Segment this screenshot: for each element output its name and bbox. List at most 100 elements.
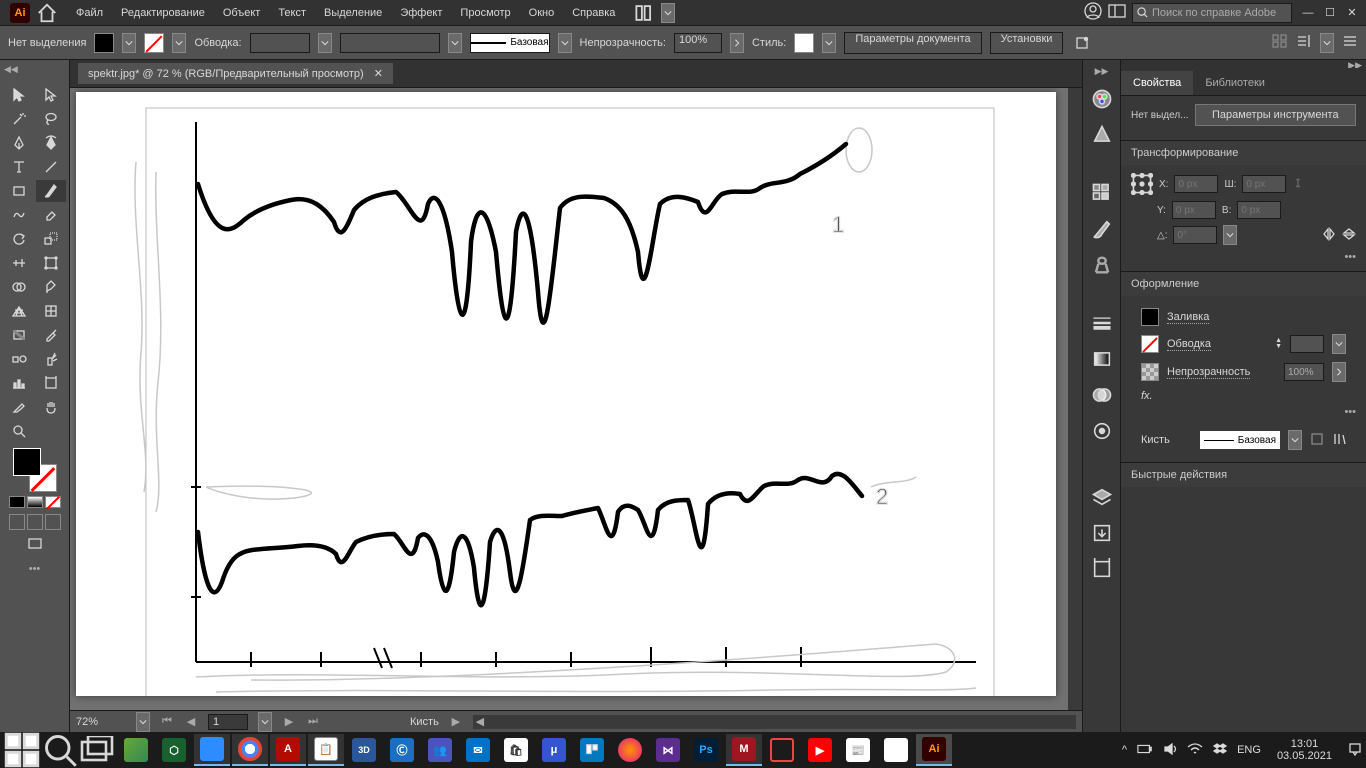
- color-mode-icon[interactable]: [9, 496, 25, 508]
- taskbar-app-3[interactable]: 📋: [308, 734, 344, 766]
- taskbar-trello[interactable]: [574, 734, 610, 766]
- line-segment-tool[interactable]: [36, 156, 66, 178]
- column-graph-tool[interactable]: [4, 372, 34, 394]
- transform-icon[interactable]: [1296, 33, 1312, 52]
- menu-select[interactable]: Выделение: [316, 3, 390, 23]
- stroke-weight-input[interactable]: [250, 33, 310, 53]
- tool-options-button[interactable]: Параметры инструмента: [1195, 104, 1356, 126]
- opacity-input[interactable]: 100%: [674, 33, 722, 53]
- menu-view[interactable]: Просмотр: [452, 3, 518, 23]
- canvas-viewport[interactable]: 1 2: [70, 88, 1082, 710]
- paintbrush-tool[interactable]: [36, 180, 66, 202]
- zoom-level[interactable]: 72%: [76, 716, 126, 728]
- stroke-panel-icon[interactable]: [1091, 312, 1113, 334]
- last-artboard-icon[interactable]: ⏭: [306, 715, 320, 729]
- fx-label[interactable]: fx.: [1141, 390, 1153, 402]
- user-account-icon[interactable]: [1084, 2, 1102, 23]
- rectangle-tool[interactable]: [4, 180, 34, 202]
- transform-dropdown[interactable]: [1320, 33, 1334, 53]
- brush-libraries-icon[interactable]: [1332, 432, 1346, 449]
- brush-definition-dropdown[interactable]: [558, 33, 572, 53]
- color-panel-icon[interactable]: [1091, 88, 1113, 110]
- fill-swatch[interactable]: [94, 33, 114, 53]
- tray-chevron-icon[interactable]: ^: [1122, 744, 1127, 756]
- appearance-opacity-flyout[interactable]: [1332, 362, 1346, 382]
- flip-horizontal-icon[interactable]: [1322, 227, 1336, 244]
- taskbar-app-2[interactable]: ⬡: [156, 734, 192, 766]
- swatches-panel-icon[interactable]: [1091, 182, 1113, 204]
- menu-edit[interactable]: Редактирование: [113, 3, 213, 23]
- opacity-flyout[interactable]: [730, 33, 744, 53]
- tray-dropbox-icon[interactable]: [1213, 743, 1227, 758]
- flip-vertical-icon[interactable]: [1342, 227, 1356, 244]
- arrange-documents-icon[interactable]: [1108, 4, 1126, 21]
- menu-text[interactable]: Текст: [270, 3, 314, 23]
- toolbar-collapse-icon[interactable]: ◀◀: [4, 64, 18, 75]
- artboards-panel-icon[interactable]: [1091, 558, 1113, 580]
- draw-behind-icon[interactable]: [27, 514, 43, 530]
- lasso-tool[interactable]: [36, 108, 66, 130]
- appearance-opacity-label[interactable]: Непрозрачность: [1167, 366, 1250, 379]
- curvature-tool[interactable]: [36, 132, 66, 154]
- variable-width-profile[interactable]: [340, 33, 440, 53]
- slice-tool[interactable]: [4, 396, 34, 418]
- brushes-panel-icon[interactable]: [1091, 218, 1113, 240]
- magic-wand-tool[interactable]: [4, 108, 34, 130]
- document-setup-button[interactable]: Параметры документа: [844, 32, 981, 54]
- help-search-input[interactable]: Поиск по справке Adobe: [1132, 3, 1292, 23]
- hand-tool[interactable]: [36, 396, 66, 418]
- edit-toolbar-icon[interactable]: •••: [29, 563, 41, 575]
- taskbar-acrobat[interactable]: A: [270, 734, 306, 766]
- tray-volume-icon[interactable]: [1163, 742, 1177, 759]
- artboard-number[interactable]: 1: [208, 714, 248, 730]
- draw-normal-icon[interactable]: [9, 514, 25, 530]
- taskbar-store[interactable]: 🛍: [498, 734, 534, 766]
- zoom-tool[interactable]: [4, 420, 34, 442]
- taskbar-app-6[interactable]: [764, 734, 800, 766]
- taskbar-teams[interactable]: 👥: [422, 734, 458, 766]
- color-guide-panel-icon[interactable]: [1091, 124, 1113, 146]
- taskbar-app-8[interactable]: ⚙: [878, 734, 914, 766]
- taskbar-zoom[interactable]: [194, 734, 230, 766]
- taskbar-app-3d[interactable]: 3D: [346, 734, 382, 766]
- variable-width-dropdown[interactable]: [448, 33, 462, 53]
- appearance-stroke-dropdown[interactable]: [1332, 334, 1346, 354]
- layout-switcher-dropdown[interactable]: [661, 3, 675, 23]
- appearance-fill-swatch[interactable]: [1141, 308, 1159, 326]
- taskbar-visualstudio[interactable]: ⋈: [650, 734, 686, 766]
- prev-artboard-icon[interactable]: ◀: [184, 715, 198, 729]
- zoom-dropdown[interactable]: [136, 712, 150, 732]
- taskbar-app-4[interactable]: Ⓒ: [384, 734, 420, 766]
- brush-preview[interactable]: Базовая: [1200, 431, 1280, 449]
- taskbar-outlook[interactable]: ✉: [460, 734, 496, 766]
- align-icon[interactable]: [1272, 33, 1288, 52]
- taskbar-youtube[interactable]: ▶: [802, 734, 838, 766]
- menu-object[interactable]: Объект: [215, 3, 268, 23]
- direct-selection-tool[interactable]: [36, 84, 66, 106]
- status-flyout-icon[interactable]: ▶: [449, 715, 463, 729]
- fill-dropdown[interactable]: [122, 33, 136, 53]
- eraser-tool[interactable]: [36, 204, 66, 226]
- task-view-icon[interactable]: [80, 734, 116, 766]
- brush-definition[interactable]: Базовая: [470, 33, 550, 53]
- taskbar-app-7[interactable]: 📰: [840, 734, 876, 766]
- close-button[interactable]: ✕: [1342, 4, 1362, 22]
- appearance-stroke-label[interactable]: Обводка: [1167, 338, 1211, 351]
- graphic-style-dropdown[interactable]: [822, 33, 836, 53]
- screen-mode-icon[interactable]: [27, 536, 43, 555]
- fill-stroke-indicator[interactable]: [13, 448, 57, 492]
- draw-inside-icon[interactable]: [45, 514, 61, 530]
- artboard-tool[interactable]: [36, 372, 66, 394]
- taskbar-search-icon[interactable]: [42, 734, 78, 766]
- tray-notifications-icon[interactable]: [1348, 742, 1362, 759]
- brush-options-icon[interactable]: [1310, 432, 1324, 449]
- mesh-tool[interactable]: [36, 300, 66, 322]
- tray-battery-icon[interactable]: [1137, 744, 1153, 757]
- link-wh-icon[interactable]: [1292, 175, 1304, 194]
- eyedropper-tool[interactable]: [36, 324, 66, 346]
- maximize-button[interactable]: ☐: [1320, 4, 1340, 22]
- taskbar-firefox[interactable]: [612, 734, 648, 766]
- stroke-weight-stepper[interactable]: ▲▼: [1275, 338, 1282, 350]
- menu-effect[interactable]: Эффект: [392, 3, 450, 23]
- transparency-panel-icon[interactable]: [1091, 384, 1113, 406]
